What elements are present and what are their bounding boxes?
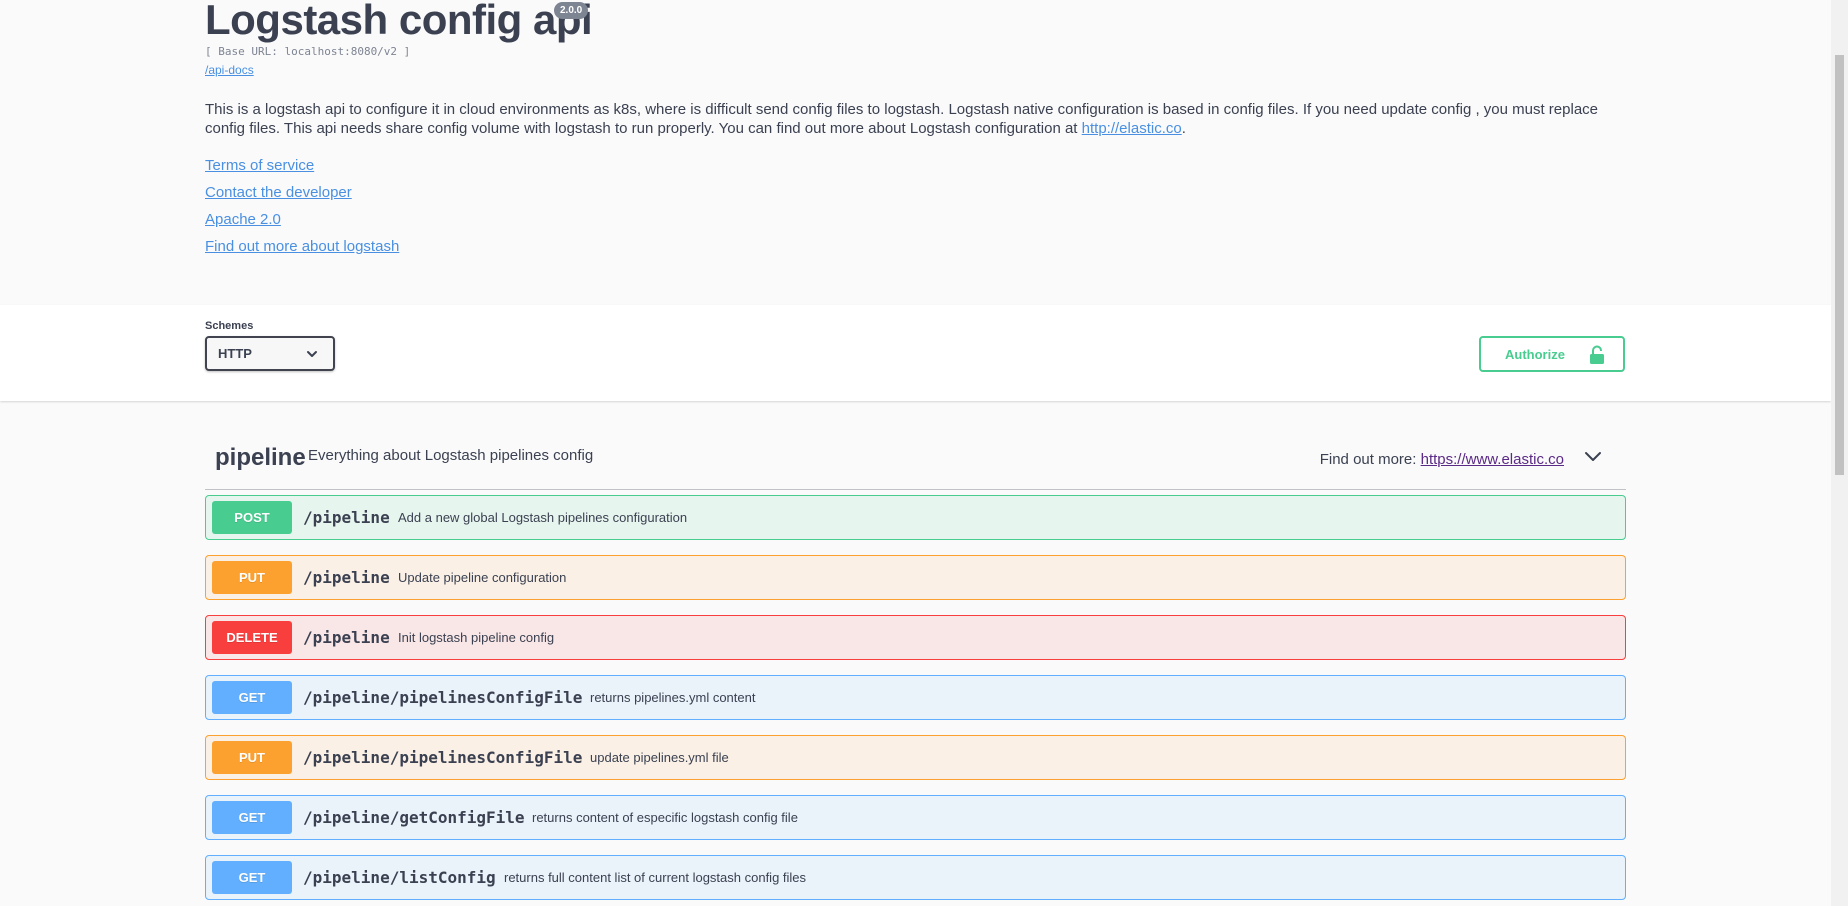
schemes-bar: Schemes HTTP Authorize [0,305,1831,401]
description-link[interactable]: http://elastic.co [1082,120,1182,137]
method-badge: GET [212,801,292,834]
api-title: Logstash config api [205,0,593,43]
operation-summary: Add a new global Logstash pipelines conf… [398,510,688,525]
operation-summary: returns content of especific logstash co… [532,810,798,825]
operation-path: /pipeline/getConfigFile [303,808,525,827]
tag-description: Everything about Logstash pipelines conf… [308,447,594,464]
chevron-down-icon[interactable] [1583,447,1603,472]
operation-summary: update pipelines.yml file [590,750,729,765]
description-text: This is a logstash api to configure it i… [205,101,1599,137]
operation-put-pipelines-config-file[interactable]: PUT /pipeline/pipelinesConfigFile update… [205,735,1626,780]
operation-path: /pipeline/pipelinesConfigFile [303,688,583,707]
operation-get-list-config[interactable]: GET /pipeline/listConfig returns full co… [205,855,1626,900]
method-badge: PUT [212,561,292,594]
operation-path: /pipeline [303,508,390,527]
base-url: [ Base URL: localhost:8080/v2 ] [205,45,411,58]
tag-find-more: Find out more: https://www.elastic.co [1320,451,1564,468]
tag-header-pipeline[interactable]: pipeline Everything about Logstash pipel… [205,436,1626,490]
info-section: Logstash config api 2.0.0 [ Base URL: lo… [0,0,1831,305]
authorize-label: Authorize [1505,347,1565,362]
operation-path: /pipeline [303,628,390,647]
operation-summary: Init logstash pipeline config [398,630,555,645]
method-badge: GET [212,681,292,714]
scrollbar-thumb[interactable] [1835,55,1844,475]
description-end: . [1181,120,1186,137]
operation-summary: returns pipelines.yml content [590,690,756,705]
operation-path: /pipeline [303,568,390,587]
method-badge: PUT [212,741,292,774]
operation-delete-pipeline[interactable]: DELETE /pipeline Init logstash pipeline … [205,615,1626,660]
operation-get-pipelines-config-file[interactable]: GET /pipeline/pipelinesConfigFile return… [205,675,1626,720]
schemes-label: Schemes [205,320,254,332]
terms-of-service-link[interactable]: Terms of service [205,157,314,174]
authorize-button[interactable]: Authorize [1479,336,1625,372]
api-docs-link[interactable]: /api-docs [205,63,254,77]
find-more-link[interactable]: https://www.elastic.co [1421,451,1564,468]
method-badge: POST [212,501,292,534]
operation-put-pipeline[interactable]: PUT /pipeline Update pipeline configurat… [205,555,1626,600]
operation-path: /pipeline/pipelinesConfigFile [303,748,583,767]
scheme-selected-value: HTTP [218,346,252,361]
unlock-icon [1588,345,1606,370]
operation-get-config-file[interactable]: GET /pipeline/getConfigFile returns cont… [205,795,1626,840]
operation-summary: returns full content list of current log… [504,870,807,885]
page-scrollbar[interactable] [1831,0,1848,906]
external-docs-link[interactable]: Find out more about logstash [205,238,399,255]
chevron-down-icon [305,347,319,366]
contact-developer-link[interactable]: Contact the developer [205,184,352,201]
license-link[interactable]: Apache 2.0 [205,211,281,228]
operation-post-pipeline[interactable]: POST /pipeline Add a new global Logstash… [205,495,1626,540]
operation-path: /pipeline/listConfig [303,868,496,887]
find-more-label: Find out more: [1319,451,1421,468]
operation-summary: Update pipeline configuration [398,570,567,585]
tag-name: pipeline [215,444,306,471]
scheme-select[interactable]: HTTP [205,336,335,371]
version-badge: 2.0.0 [554,2,589,19]
method-badge: DELETE [212,621,292,654]
api-description: This is a logstash api to configure it i… [205,100,1625,138]
method-badge: GET [212,861,292,894]
